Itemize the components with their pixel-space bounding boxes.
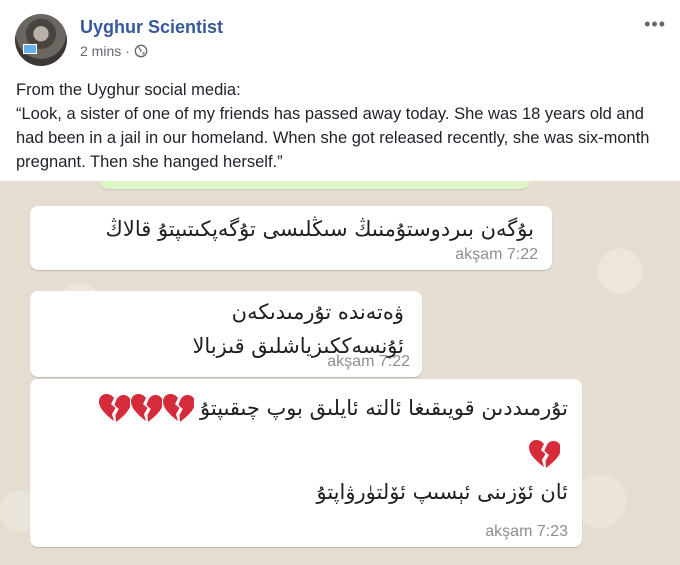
chat-message: ۋەتەندە تۇرمىدىكەن ئۇنسەككىزياشلىق قىزبا… xyxy=(30,291,422,377)
facebook-post-header: Uyghur Scientist 2 mins · ••• From the U… xyxy=(0,0,680,180)
avatar[interactable] xyxy=(15,14,67,66)
message-line: ۋەتەندە تۇرمىدىكەن xyxy=(231,300,404,324)
post-meta: 2 mins · xyxy=(80,43,148,59)
chat-message: بۇگەن بىردوستۇمنىڭ سىڭلىسى تۇگەپكىتىپتۇ … xyxy=(30,206,552,270)
post-text-quote: “Look, a sister of one of my friends has… xyxy=(16,105,650,171)
chat-message: تۇرمىددىن قويىقىغا ئالتە ئايلىق بوپ چىقى… xyxy=(30,379,582,547)
message-line: ئان ئۆزىنى ئېسىپ ئۆلتۈرۋاپتۇ xyxy=(316,480,568,504)
broken-hearts xyxy=(98,393,195,423)
meta-separator: · xyxy=(125,43,130,59)
post-author[interactable]: Uyghur Scientist xyxy=(80,17,223,38)
broken-heart-icon xyxy=(163,394,195,422)
message-line-text: تۇرمىددىن قويىقىغا ئالتە ئايلىق بوپ چىقى… xyxy=(200,396,568,420)
more-options-icon[interactable]: ••• xyxy=(644,14,666,35)
chat-screenshot: بۇگەن بىردوستۇمنىڭ سىڭلىسى تۇگەپكىتىپتۇ … xyxy=(0,181,680,565)
broken-heart-icon xyxy=(99,394,131,422)
post-body: From the Uyghur social media: “Look, a s… xyxy=(16,78,666,174)
message-text: بۇگەن بىردوستۇمنىڭ سىڭلىسى تۇگەپكىتىپتۇ … xyxy=(105,217,534,241)
message-line: تۇرمىددىن قويىقىغا ئالتە ئايلىق بوپ چىقى… xyxy=(98,391,568,425)
post-text-line: From the Uyghur social media: xyxy=(16,81,241,99)
message-time: akşam 7:22 xyxy=(327,353,410,370)
broken-heart-icon xyxy=(529,440,560,468)
post-time[interactable]: 2 mins xyxy=(80,43,121,59)
flag-badge xyxy=(23,44,37,54)
message-time: akşam 7:23 xyxy=(485,523,568,540)
broken-heart-icon xyxy=(131,394,163,422)
globe-icon[interactable] xyxy=(134,44,148,58)
message-time: akşam 7:22 xyxy=(455,246,538,263)
previous-message-edge xyxy=(100,181,530,189)
